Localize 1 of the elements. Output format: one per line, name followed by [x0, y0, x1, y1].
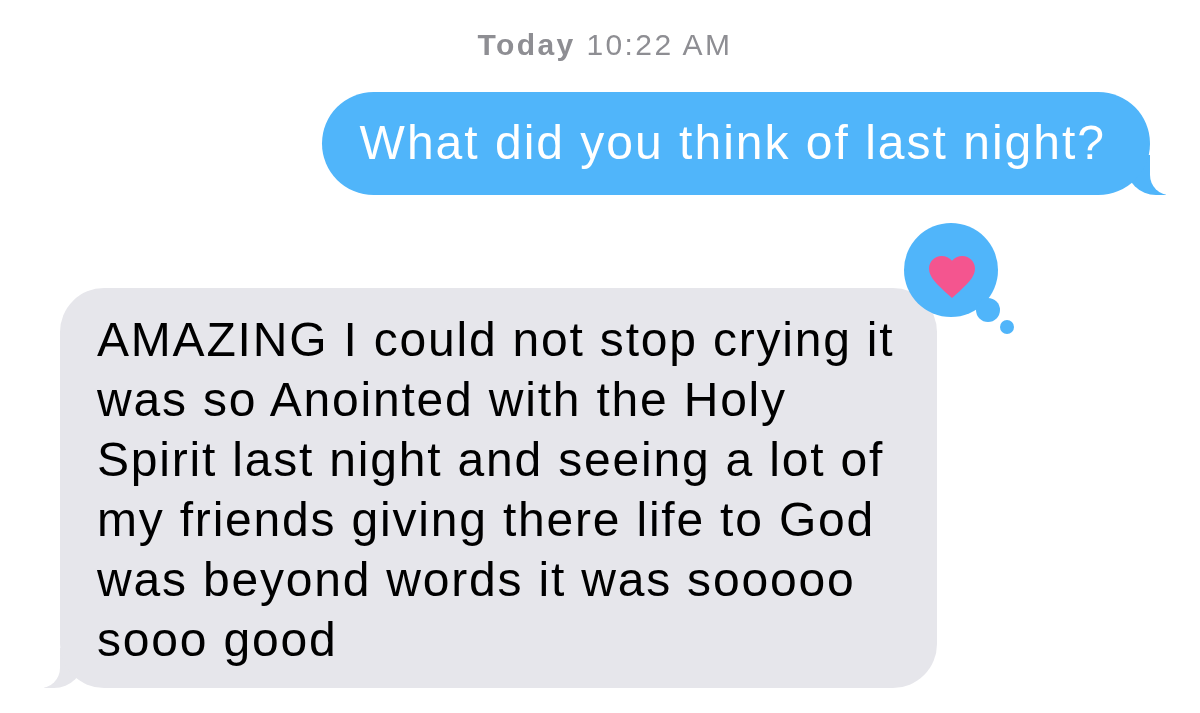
timestamp: Today 10:22 AM	[477, 27, 733, 63]
